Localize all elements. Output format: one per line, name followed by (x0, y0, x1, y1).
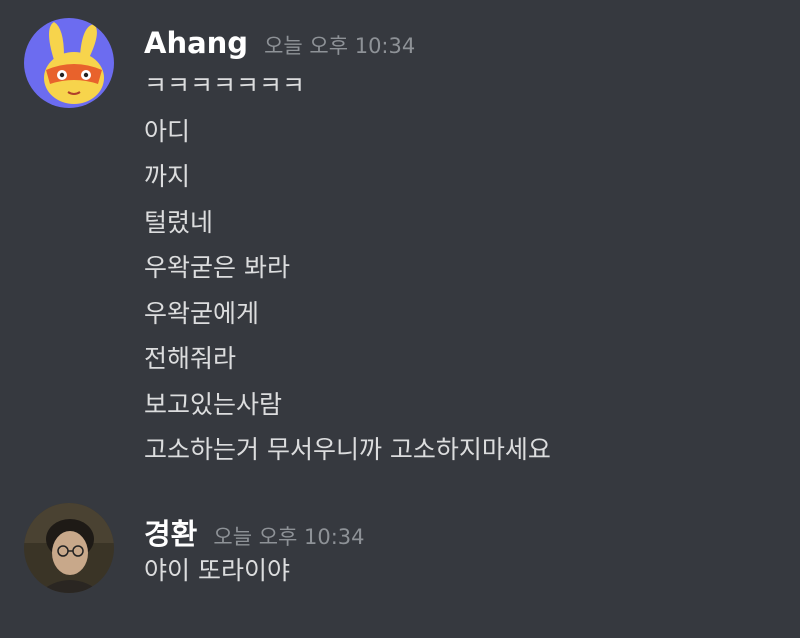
message-line: 털렸네 (144, 207, 214, 237)
message-line: 우왁굳에게 (144, 298, 260, 328)
username-gyeonghwan[interactable]: 경환 (144, 511, 197, 553)
bunny-avatar-icon[interactable] (24, 18, 114, 108)
message-line: 보고있는사람 (144, 389, 283, 419)
message-line: 까지 (144, 162, 191, 191)
message-timestamp: 오늘 오후 10:34 (213, 525, 365, 549)
message-line: 고소하는거 무서우니까 고소하지마세요 (144, 435, 551, 464)
person-photo-avatar-icon[interactable] (24, 503, 114, 593)
message-line: 전해줘라 (144, 344, 237, 373)
message-line: ㅋㅋㅋㅋㅋㅋㅋ (144, 71, 306, 100)
message-timestamp: 오늘 오후 10:34 (264, 34, 416, 58)
message-line: 아디 (144, 116, 191, 146)
message-line: 야이 또라이야 (144, 556, 290, 585)
username-ahang[interactable]: Ahang (144, 26, 248, 60)
message-line: 우왁굳은 봐라 (144, 253, 290, 282)
